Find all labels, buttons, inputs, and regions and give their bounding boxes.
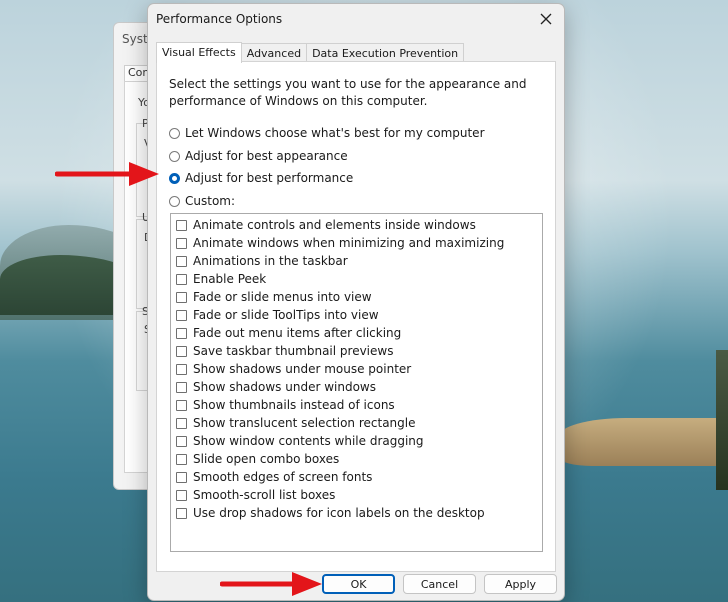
tab-advanced[interactable]: Advanced [240,43,308,63]
list-item[interactable]: Animations in the taskbar [176,252,348,270]
list-item[interactable]: Use drop shadows for icon labels on the … [176,504,485,522]
checkbox[interactable] [176,399,187,411]
apply-button[interactable]: Apply [484,574,557,594]
visual-effects-panel: Select the settings you want to use for … [156,61,556,572]
list-item[interactable]: Show shadows under windows [176,378,376,396]
list-item[interactable]: Save taskbar thumbnail previews [176,342,393,360]
tab-data-execution-prevention[interactable]: Data Execution Prevention [306,43,465,63]
ok-button[interactable]: OK [322,574,395,594]
checkbox[interactable] [176,237,187,249]
close-icon [540,13,552,25]
checkbox-label: Animate windows when minimizing and maxi… [193,236,505,250]
close-button[interactable] [534,8,558,30]
checkbox[interactable] [176,345,187,357]
list-item[interactable]: Show thumbnails instead of icons [176,396,395,414]
checkbox[interactable] [176,309,187,321]
performance-options-dialog: Performance Options Visual Effects Advan… [147,3,565,601]
list-item[interactable]: Enable Peek [176,270,266,288]
title-bar[interactable]: Performance Options [148,4,564,34]
list-item[interactable]: Show window contents while dragging [176,432,424,450]
checkbox[interactable] [176,453,187,465]
checkbox[interactable] [176,255,187,267]
checkbox-label: Fade out menu items after clicking [193,326,402,340]
radio-label: Adjust for best appearance [185,149,348,163]
annotation-arrow-ok [220,572,322,596]
radio-button[interactable] [169,195,180,207]
checkbox[interactable] [176,507,187,519]
radio-custom[interactable]: Custom: [169,194,235,208]
list-item[interactable]: Smooth-scroll list boxes [176,486,335,504]
checkbox[interactable] [176,219,187,231]
radio-button[interactable] [169,127,180,139]
radio-label: Adjust for best performance [185,171,354,185]
checkbox-label: Smooth-scroll list boxes [193,488,336,502]
checkbox-label: Smooth edges of screen fonts [193,470,373,484]
checkbox-label: Slide open combo boxes [193,452,340,466]
checkbox[interactable] [176,489,187,501]
checkbox[interactable] [176,327,187,339]
checkbox-label: Fade or slide menus into view [193,290,372,304]
list-item[interactable]: Smooth edges of screen fonts [176,468,372,486]
list-item[interactable]: Show translucent selection rectangle [176,414,416,432]
radio-label: Custom: [185,194,236,208]
list-item[interactable]: Show shadows under mouse pointer [176,360,411,378]
checkbox[interactable] [176,471,187,483]
checkbox[interactable] [176,291,187,303]
checkbox-label: Enable Peek [193,272,267,286]
cancel-button[interactable]: Cancel [403,574,476,594]
radio-label: Let Windows choose what's best for my co… [185,126,485,140]
checkbox-label: Animations in the taskbar [193,254,348,268]
checkbox-label: Show thumbnails instead of icons [193,398,395,412]
visual-effects-list[interactable]: Animate controls and elements inside win… [170,213,543,552]
tab-strip: Visual Effects Advanced Data Execution P… [156,42,465,63]
checkbox[interactable] [176,273,187,285]
checkbox[interactable] [176,417,187,429]
checkbox[interactable] [176,435,187,447]
checkbox-label: Show window contents while dragging [193,434,424,448]
radio-best-performance[interactable]: Adjust for best performance [169,171,353,185]
radio-button[interactable] [169,150,180,162]
checkbox[interactable] [176,363,187,375]
tab-visual-effects[interactable]: Visual Effects [156,42,242,63]
list-item[interactable]: Animate windows when minimizing and maxi… [176,234,504,252]
list-item[interactable]: Fade or slide menus into view [176,288,372,306]
checkbox-label: Use drop shadows for icon labels on the … [193,506,485,520]
checkbox-label: Animate controls and elements inside win… [193,218,476,232]
wallpaper-reeds [558,418,728,466]
checkbox-label: Show shadows under windows [193,380,376,394]
checkbox[interactable] [176,381,187,393]
radio-button-selected[interactable] [169,172,180,184]
checkbox-label: Show translucent selection rectangle [193,416,416,430]
list-item[interactable]: Animate controls and elements inside win… [176,216,476,234]
checkbox-label: Fade or slide ToolTips into view [193,308,379,322]
checkbox-label: Show shadows under mouse pointer [193,362,412,376]
radio-best-appearance[interactable]: Adjust for best appearance [169,149,348,163]
radio-let-windows-choose[interactable]: Let Windows choose what's best for my co… [169,126,485,140]
intro-text: Select the settings you want to use for … [169,77,527,108]
list-item[interactable]: Slide open combo boxes [176,450,339,468]
list-item[interactable]: Fade out menu items after clicking [176,324,401,342]
annotation-arrow-performance [55,162,159,186]
list-item[interactable]: Fade or slide ToolTips into view [176,306,379,324]
checkbox-label: Save taskbar thumbnail previews [193,344,394,358]
dialog-title: Performance Options [156,12,283,26]
wallpaper-tree [716,350,728,490]
